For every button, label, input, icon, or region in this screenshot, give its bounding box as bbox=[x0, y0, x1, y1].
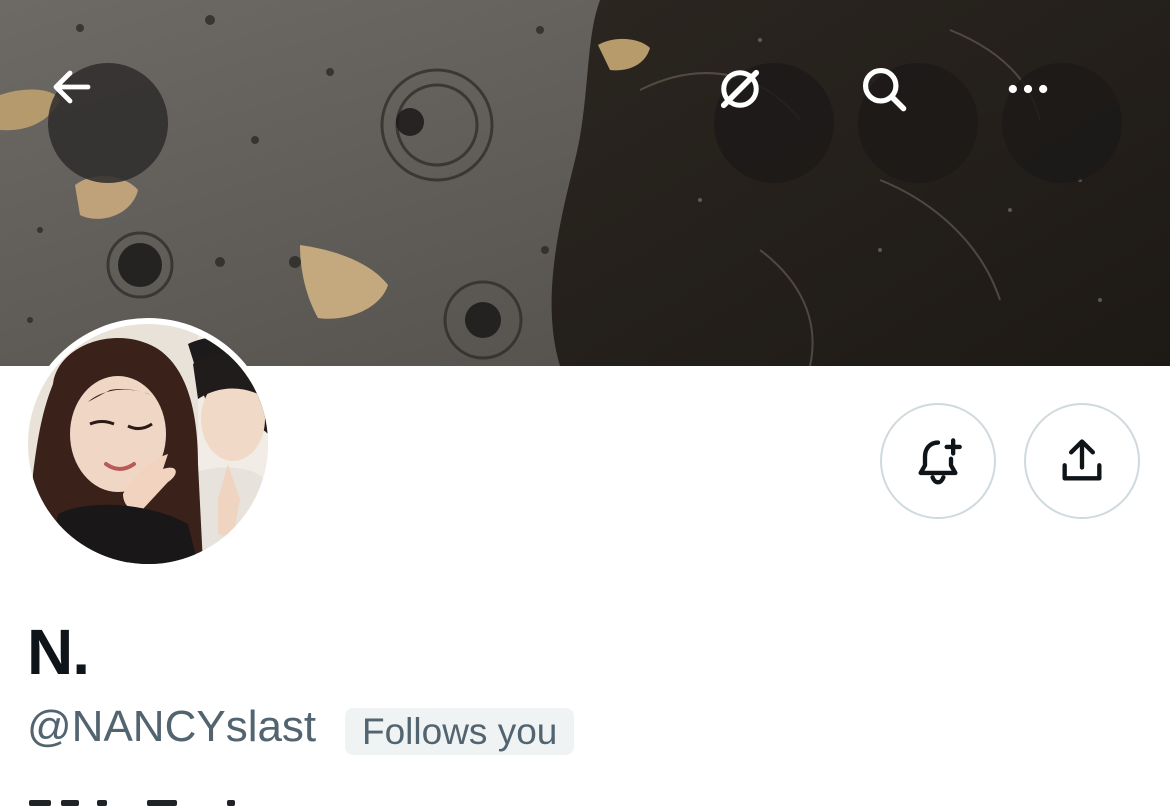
grok-button[interactable] bbox=[714, 63, 834, 183]
banner-image bbox=[0, 0, 1170, 366]
search-button[interactable] bbox=[858, 63, 978, 183]
more-horizontal-icon bbox=[1008, 84, 1048, 94]
username-handle: @NANCYslast bbox=[27, 702, 317, 751]
back-button[interactable] bbox=[48, 63, 168, 183]
share-button[interactable] bbox=[1024, 403, 1140, 519]
display-name: N. bbox=[27, 616, 90, 688]
profile-banner[interactable] bbox=[0, 0, 1170, 366]
more-button[interactable] bbox=[1002, 63, 1122, 183]
arrow-left-icon bbox=[53, 70, 91, 104]
follows-you-badge: Follows you bbox=[345, 708, 575, 755]
grok-icon bbox=[720, 69, 760, 109]
bio-text-cutoff bbox=[27, 800, 267, 812]
profile-avatar[interactable] bbox=[22, 318, 274, 570]
bell-plus-icon bbox=[918, 438, 962, 485]
notifications-button[interactable] bbox=[880, 403, 996, 519]
share-icon bbox=[1062, 439, 1102, 481]
search-icon bbox=[862, 67, 907, 112]
avatar-photo bbox=[28, 324, 268, 564]
